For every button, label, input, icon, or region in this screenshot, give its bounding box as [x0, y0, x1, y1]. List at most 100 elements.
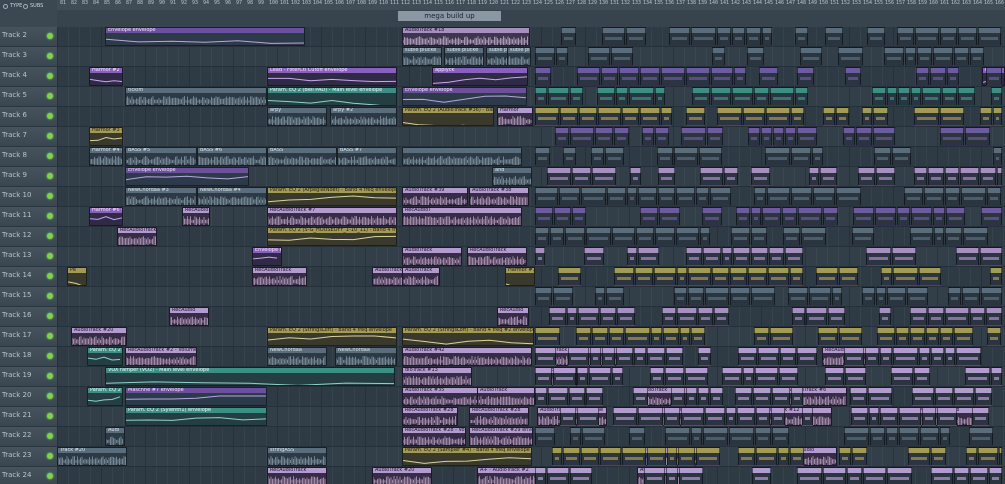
- pattern-clip[interactable]: [945, 227, 962, 246]
- pattern-clip[interactable]: [647, 347, 665, 366]
- playlist-clip[interactable]: arpy: [267, 107, 327, 126]
- track-header[interactable]: Track 2: [0, 27, 57, 47]
- subs-toggle[interactable]: SUBS: [23, 3, 43, 9]
- pattern-clip[interactable]: [966, 447, 977, 466]
- pattern-clip[interactable]: [956, 347, 981, 366]
- playlist-clip[interactable]: Param. EQ 2 (S-G_HOUSEOFF_1-10_11) - Ban…: [267, 227, 397, 246]
- playlist-clip[interactable]: Harmor #4 e: [89, 147, 123, 166]
- pattern-clip[interactable]: [686, 247, 702, 266]
- pattern-clip[interactable]: [589, 367, 611, 386]
- track-header[interactable]: Track 19: [0, 367, 57, 387]
- playlist-clip[interactable]: Track #20: [57, 447, 127, 466]
- pattern-clip[interactable]: [535, 327, 560, 346]
- pattern-clip[interactable]: [946, 207, 965, 226]
- playlist-clip[interactable]: RecAudio: [497, 307, 529, 326]
- pattern-clip[interactable]: [548, 387, 568, 406]
- playlist-clip[interactable]: Param. EQ 2: [87, 347, 123, 366]
- track-header[interactable]: Track 17: [0, 327, 57, 347]
- track-header[interactable]: Track 9: [0, 167, 57, 187]
- playlist-clip[interactable]: RecAudioTrack #7: [267, 207, 397, 226]
- pattern-clip[interactable]: [597, 87, 615, 106]
- pattern-clip[interactable]: [558, 267, 581, 286]
- playlist-clip[interactable]: AudioTrack #35: [402, 387, 484, 406]
- playlist-area[interactable]: Envelope envelope AudioTrack #18 subie plu…: [57, 27, 1005, 484]
- pattern-clip[interactable]: [622, 107, 639, 126]
- track-header[interactable]: Track 18: [0, 347, 57, 367]
- pattern-clip[interactable]: [614, 267, 634, 286]
- pattern-clip[interactable]: [928, 167, 944, 186]
- pattern-clip[interactable]: [657, 147, 673, 166]
- pattern-clip[interactable]: [960, 167, 979, 186]
- pattern-clip[interactable]: [783, 227, 800, 246]
- track-enable-led-icon[interactable]: [47, 413, 53, 419]
- track-enable-led-icon[interactable]: [47, 453, 53, 459]
- track-header[interactable]: Track 13: [0, 247, 57, 267]
- pattern-clip[interactable]: [907, 287, 928, 306]
- pattern-clip[interactable]: [965, 127, 990, 146]
- pattern-clip[interactable]: [818, 327, 838, 346]
- playlist-clip[interactable]: RecAudioTrack #28: [402, 407, 458, 426]
- pattern-clip[interactable]: [989, 467, 1002, 484]
- pattern-clip[interactable]: [572, 167, 591, 186]
- track-enable-led-icon[interactable]: [47, 153, 53, 159]
- pattern-clip[interactable]: [568, 347, 589, 366]
- pattern-clip[interactable]: [754, 327, 769, 346]
- playlist-clip[interactable]: Param. EQ 2 (Sampler #4) - Band 4 freq e…: [402, 447, 532, 466]
- pattern-clip[interactable]: [616, 87, 628, 106]
- pattern-clip[interactable]: [886, 427, 898, 446]
- track-enable-led-icon[interactable]: [47, 433, 53, 439]
- pattern-clip[interactable]: [754, 87, 769, 106]
- pattern-clip[interactable]: [978, 447, 998, 466]
- pattern-clip[interactable]: [654, 267, 676, 286]
- playlist-clip[interactable]: [402, 147, 522, 166]
- pattern-clip[interactable]: [897, 207, 910, 226]
- track-enable-led-icon[interactable]: [47, 393, 53, 399]
- track-enable-led-icon[interactable]: [47, 473, 53, 479]
- pattern-clip[interactable]: [908, 447, 930, 466]
- track-header[interactable]: Track 12: [0, 227, 57, 247]
- pattern-clip[interactable]: [825, 27, 843, 46]
- pattern-clip[interactable]: [872, 87, 886, 106]
- pattern-clip[interactable]: [933, 47, 953, 66]
- pattern-clip[interactable]: [576, 327, 591, 346]
- pattern-clip[interactable]: [823, 107, 835, 126]
- pattern-clip[interactable]: [630, 167, 641, 186]
- pattern-clip[interactable]: [767, 187, 790, 206]
- track-header[interactable]: Track 3: [0, 47, 57, 67]
- pattern-clip[interactable]: [933, 207, 945, 226]
- pattern-clip[interactable]: [666, 347, 683, 366]
- playlist-clip[interactable]: AudioTrack #38: [469, 187, 529, 206]
- pattern-clip[interactable]: [667, 447, 677, 466]
- pattern-clip[interactable]: [698, 387, 709, 406]
- pattern-clip[interactable]: [733, 247, 750, 266]
- pattern-clip[interactable]: [681, 127, 706, 146]
- pattern-clip[interactable]: [616, 347, 633, 366]
- pattern-clip[interactable]: [877, 327, 895, 346]
- pattern-clip[interactable]: [980, 107, 992, 126]
- pattern-clip[interactable]: [947, 67, 959, 86]
- track-header[interactable]: Track 21: [0, 407, 57, 427]
- pattern-clip[interactable]: [832, 287, 842, 306]
- pattern-clip[interactable]: [782, 207, 797, 226]
- pattern-clip[interactable]: [940, 27, 957, 46]
- pattern-clip[interactable]: [942, 87, 957, 106]
- track-enable-led-icon[interactable]: [47, 193, 53, 199]
- pattern-clip[interactable]: [747, 47, 764, 66]
- pattern-clip[interactable]: [809, 287, 831, 306]
- playlist-clip[interactable]: RecAudio: [182, 207, 210, 226]
- pattern-clip[interactable]: [679, 467, 703, 484]
- pattern-clip[interactable]: [997, 167, 1002, 186]
- playlist-clip[interactable]: AudioTrack #20: [71, 327, 127, 346]
- pattern-clip[interactable]: [756, 447, 777, 466]
- pattern-clip[interactable]: [612, 227, 635, 246]
- pattern-clip[interactable]: [945, 347, 955, 366]
- pattern-clip[interactable]: [579, 107, 597, 126]
- pattern-clip[interactable]: [897, 27, 914, 46]
- pattern-clip[interactable]: [904, 187, 923, 206]
- pattern-clip[interactable]: [785, 127, 796, 146]
- playlist-clip[interactable]: RecAudioTrack: [252, 267, 307, 286]
- pattern-clip[interactable]: [581, 447, 599, 466]
- pattern-clip[interactable]: [828, 307, 845, 326]
- pattern-clip[interactable]: [613, 407, 637, 426]
- playlist-clip[interactable]: applyck: [432, 67, 528, 86]
